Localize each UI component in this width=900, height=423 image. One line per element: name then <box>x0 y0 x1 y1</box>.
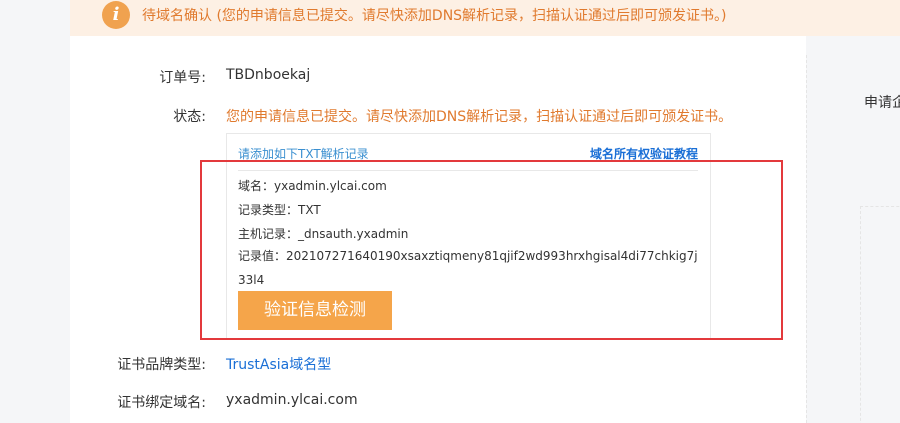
order-number-value: TBDnboekaj <box>226 67 311 83</box>
bound-domain-value: yxadmin.ylcai.com <box>226 392 358 408</box>
brand-type-value[interactable]: TrustAsia域名型 <box>226 354 331 374</box>
column-divider <box>806 55 807 423</box>
page: i 待域名确认 (您的申请信息已提交。请尽快添加DNS解析记录，扫描认证通过后即… <box>0 0 900 423</box>
tutorial-link[interactable]: 域名所有权验证教程 <box>590 145 698 162</box>
brand-type-label: 证书品牌类型: <box>117 357 206 373</box>
record-domain: 域名：yxadmin.ylcai.com <box>238 179 387 193</box>
record-value: 记录值：202107271640190xsaxztiqmeny81qjif2wd… <box>238 249 698 287</box>
bound-domain-label: 证书绑定域名: <box>117 395 206 411</box>
banner-text: 待域名确认 (您的申请信息已提交。请尽快添加DNS解析记录，扫描认证通过后即可颁… <box>142 8 727 24</box>
dns-record-box: 请添加如下TXT解析记录 域名所有权验证教程 域名：yxadmin.ylcai.… <box>226 133 711 340</box>
record-type: 记录类型：TXT <box>238 203 321 217</box>
order-number-label: 订单号: <box>159 70 206 86</box>
dns-box-divider <box>238 170 698 171</box>
verify-button[interactable]: 验证信息检测 <box>238 291 392 330</box>
status-label: 状态: <box>173 109 206 125</box>
status-value: 您的申请信息已提交。请尽快添加DNS解析记录，扫描认证通过后即可颁发证书。 <box>226 109 733 125</box>
dns-box-title: 请添加如下TXT解析记录 <box>238 147 369 161</box>
side-panel-box <box>860 206 900 423</box>
info-icon: i <box>102 1 130 29</box>
side-panel-label: 申请企 <box>864 95 900 111</box>
record-host: 主机记录：_dnsauth.yxadmin <box>238 227 409 241</box>
dns-box-header: 请添加如下TXT解析记录 域名所有权验证教程 <box>227 134 710 170</box>
